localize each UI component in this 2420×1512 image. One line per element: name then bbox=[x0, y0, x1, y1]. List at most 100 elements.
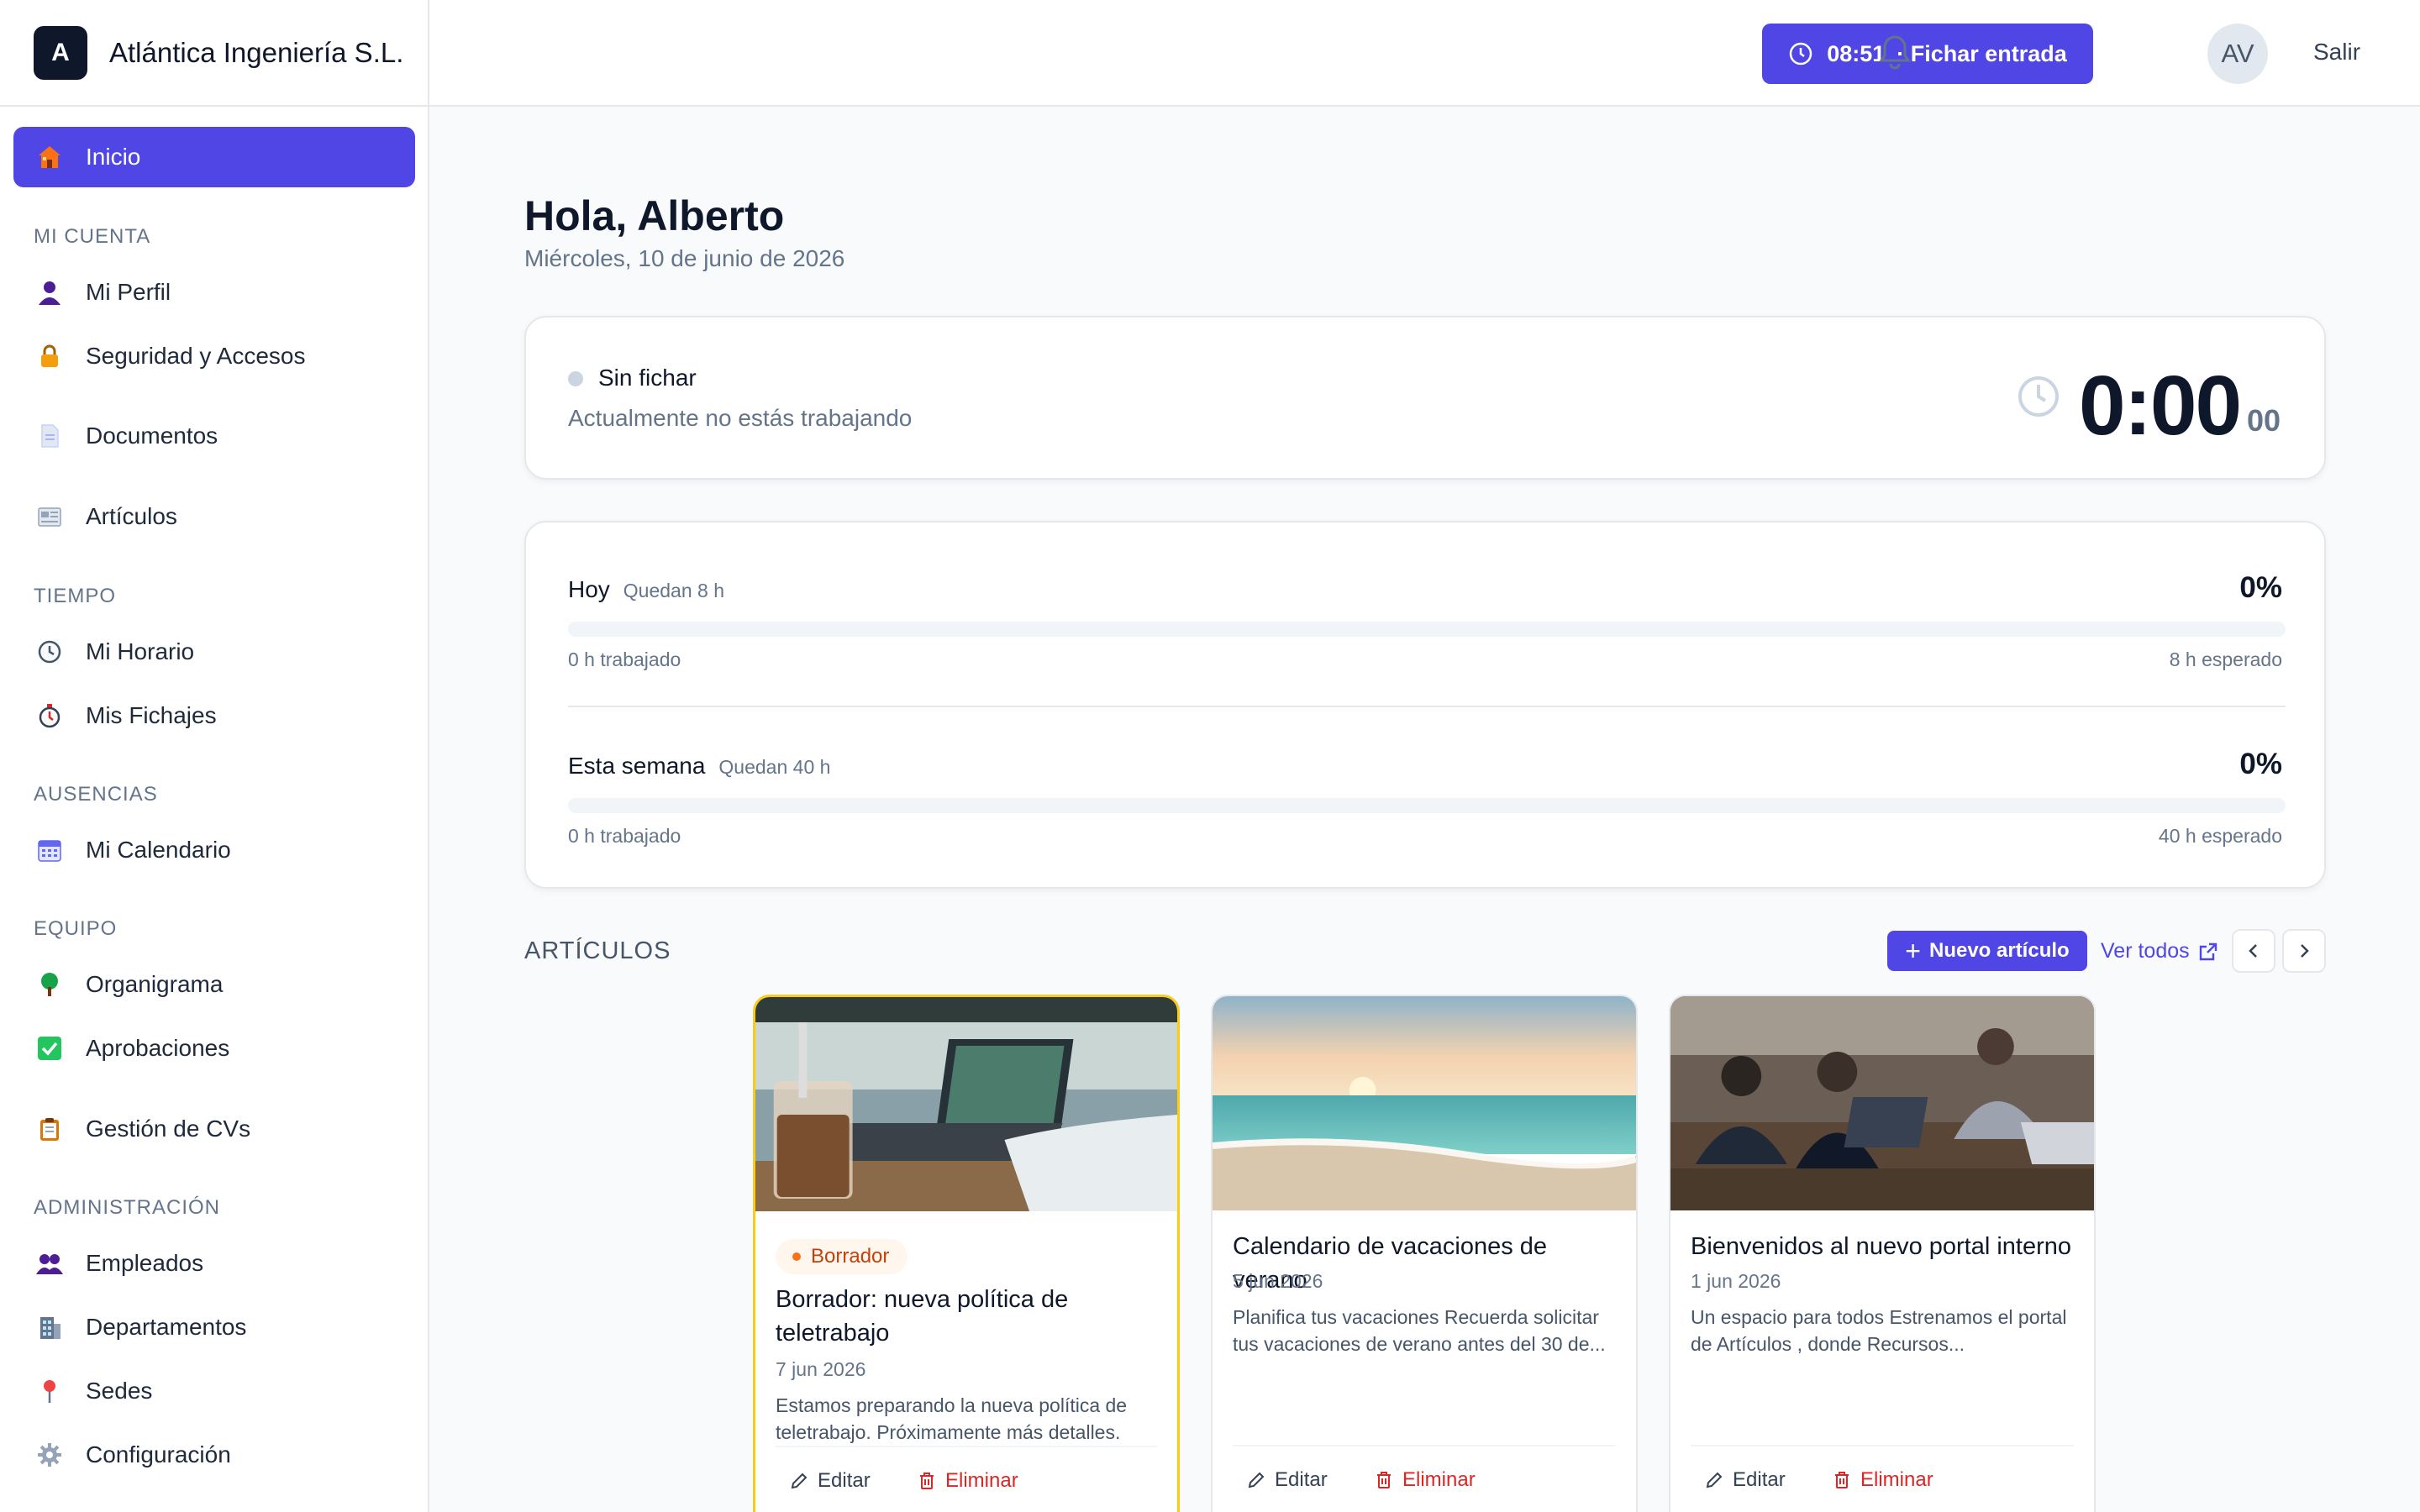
edit-label: Editar bbox=[1275, 1468, 1328, 1491]
carousel-prev-button[interactable] bbox=[2232, 929, 2275, 973]
sidebar-item-mi-calendario[interactable]: Mi Calendario bbox=[13, 820, 415, 880]
pin-icon bbox=[35, 1377, 64, 1405]
chevron-right-icon bbox=[2301, 944, 2309, 958]
sidebar-item-inicio[interactable]: Inicio bbox=[13, 127, 415, 187]
sidebar-item-gestion-cvs[interactable]: Gestión de CVs bbox=[13, 1099, 415, 1159]
external-link-icon bbox=[2199, 942, 2217, 960]
tree-icon bbox=[35, 970, 64, 999]
articles-section-title: ARTÍCULOS bbox=[524, 937, 671, 964]
sidebar-item-seguridad[interactable]: Seguridad y Accesos bbox=[13, 326, 415, 386]
clock-time: 08:51 bbox=[1827, 40, 1886, 66]
work-timer-seconds: 00 bbox=[2247, 403, 2281, 438]
sidebar-item-label: Mi Perfil bbox=[86, 279, 171, 305]
clock-in-button[interactable]: 08:51 · Fichar entrada bbox=[1762, 24, 2093, 84]
sidebar-item-documentos[interactable]: Documentos bbox=[13, 406, 415, 466]
work-timer: 0:00 bbox=[2079, 359, 2242, 453]
sidebar-item-sedes[interactable]: Sedes bbox=[13, 1361, 415, 1421]
pencil-icon bbox=[1248, 1472, 1265, 1488]
article-date: 5 jun 2026 bbox=[1233, 1270, 1323, 1292]
article-excerpt: Estamos preparando la nueva política de … bbox=[776, 1394, 1128, 1443]
progress-week-bar bbox=[568, 798, 2286, 813]
progress-today-expected: 8 h esperado bbox=[2169, 648, 2282, 670]
sidebar-item-aprobaciones[interactable]: Aprobaciones bbox=[13, 1018, 415, 1079]
edit-button[interactable]: Editar bbox=[1246, 1468, 1328, 1492]
carousel-next-button[interactable] bbox=[2282, 929, 2326, 973]
card-divider bbox=[1691, 1445, 2074, 1446]
article-card[interactable]: Calendario de vacaciones de verano 5 jun… bbox=[1211, 995, 1638, 1512]
work-status-card: Sin fichar Actualmente no estás trabajan… bbox=[524, 316, 2326, 480]
progress-today-percent: 0% bbox=[2239, 571, 2282, 604]
brand[interactable]: A Atlántica Ingeniería S.L. bbox=[0, 0, 428, 107]
section-label-tiempo: TIEMPO bbox=[34, 585, 117, 607]
sidebar-item-mis-fichajes[interactable]: Mis Fichajes bbox=[13, 685, 415, 746]
chevron-left-icon bbox=[2249, 944, 2257, 958]
section-label-equipo: EQUIPO bbox=[34, 917, 118, 940]
progress-title-text: Hoy bbox=[568, 576, 610, 602]
sidebar-item-label: Gestión de CVs bbox=[86, 1116, 251, 1142]
article-excerpt: Un espacio para todos Estrenamos el port… bbox=[1691, 1306, 2067, 1355]
see-all-label: Ver todos bbox=[2101, 939, 2190, 963]
house-icon bbox=[35, 143, 64, 171]
clock-action: · Fichar entrada bbox=[1897, 40, 2067, 66]
sidebar-item-mi-perfil[interactable]: Mi Perfil bbox=[13, 262, 415, 323]
edit-button[interactable]: Editar bbox=[789, 1469, 871, 1493]
article-image bbox=[755, 997, 1177, 1211]
article-title[interactable]: Borrador: nueva política de teletrabajo bbox=[776, 1283, 1157, 1350]
badge-dot bbox=[792, 1252, 801, 1261]
trash-icon bbox=[1835, 1472, 1849, 1488]
sidebar-item-label: Configuración bbox=[86, 1441, 231, 1467]
sidebar-item-organigrama[interactable]: Organigrama bbox=[13, 954, 415, 1015]
progress-today-bar bbox=[568, 622, 2286, 637]
card-divider bbox=[1233, 1445, 1616, 1446]
section-label-mi-cuenta: MI CUENTA bbox=[34, 225, 151, 248]
sidebar-item-empleados[interactable]: Empleados bbox=[13, 1233, 415, 1294]
top-header: 08:51 · Fichar entrada AV Salir bbox=[429, 0, 2420, 107]
people-icon bbox=[35, 1249, 64, 1278]
calendar-icon bbox=[35, 836, 64, 864]
article-title[interactable]: Bienvenidos al nuevo portal interno bbox=[1691, 1230, 2074, 1263]
delete-button[interactable]: Eliminar bbox=[1832, 1468, 1933, 1492]
logout-link[interactable]: Salir bbox=[2313, 39, 2360, 66]
progress-card: Hoy Quedan 8 h 0% 0 h trabajado 8 h esper… bbox=[524, 521, 2326, 889]
avatar[interactable]: AV bbox=[2207, 24, 2268, 84]
status-subtitle: Actualmente no estás trabajando bbox=[568, 405, 913, 431]
delete-label: Eliminar bbox=[1402, 1468, 1476, 1491]
sidebar-item-label: Mi Horario bbox=[86, 638, 195, 664]
article-card[interactable]: Borrador Borrador: nueva política de tel… bbox=[753, 995, 1180, 1512]
sidebar-item-configuracion[interactable]: Configuración bbox=[13, 1425, 415, 1485]
sidebar-item-mi-horario[interactable]: Mi Horario bbox=[13, 622, 415, 682]
article-date: 1 jun 2026 bbox=[1691, 1270, 1781, 1292]
sidebar-item-label: Seguridad y Accesos bbox=[86, 343, 306, 369]
new-article-button[interactable]: + Nuevo artículo bbox=[1887, 931, 2087, 971]
check-icon bbox=[35, 1034, 64, 1063]
progress-title-text: Esta semana bbox=[568, 753, 706, 779]
gear-icon bbox=[35, 1441, 64, 1469]
article-card[interactable]: Bienvenidos al nuevo portal interno 1 ju… bbox=[1669, 995, 2096, 1512]
delete-button[interactable]: Eliminar bbox=[1374, 1468, 1476, 1492]
sidebar-item-articulos[interactable]: Artículos bbox=[13, 486, 415, 547]
progress-remaining: Quedan 8 h bbox=[623, 580, 725, 601]
plus-icon: + bbox=[1905, 935, 1921, 966]
sidebar-item-label: Aprobaciones bbox=[86, 1035, 230, 1061]
trash-icon bbox=[1377, 1472, 1391, 1488]
edit-button[interactable]: Editar bbox=[1704, 1468, 1786, 1492]
sidebar-item-departamentos[interactable]: Departamentos bbox=[13, 1297, 415, 1357]
delete-button[interactable]: Eliminar bbox=[917, 1469, 1018, 1493]
article-image bbox=[1213, 996, 1636, 1210]
new-article-label: Nuevo artículo bbox=[1928, 939, 2070, 962]
bell-icon[interactable] bbox=[1878, 34, 1912, 75]
progress-week-title: Esta semana Quedan 40 h bbox=[568, 753, 830, 780]
brand-name: Atlántica Ingeniería S.L. bbox=[109, 36, 404, 68]
card-divider bbox=[776, 1446, 1157, 1447]
sidebar-item-label: Inicio bbox=[86, 144, 141, 170]
see-all-link[interactable]: Ver todos bbox=[2101, 939, 2218, 963]
status-title: Sin fichar bbox=[598, 365, 697, 391]
document-icon bbox=[35, 422, 64, 450]
trash-icon bbox=[920, 1473, 934, 1489]
status-dot bbox=[568, 371, 583, 386]
divider bbox=[568, 706, 2286, 707]
article-date: 7 jun 2026 bbox=[776, 1358, 866, 1380]
clipboard-icon bbox=[35, 1115, 64, 1143]
edit-label: Editar bbox=[818, 1469, 871, 1492]
article-image bbox=[1670, 996, 2094, 1210]
